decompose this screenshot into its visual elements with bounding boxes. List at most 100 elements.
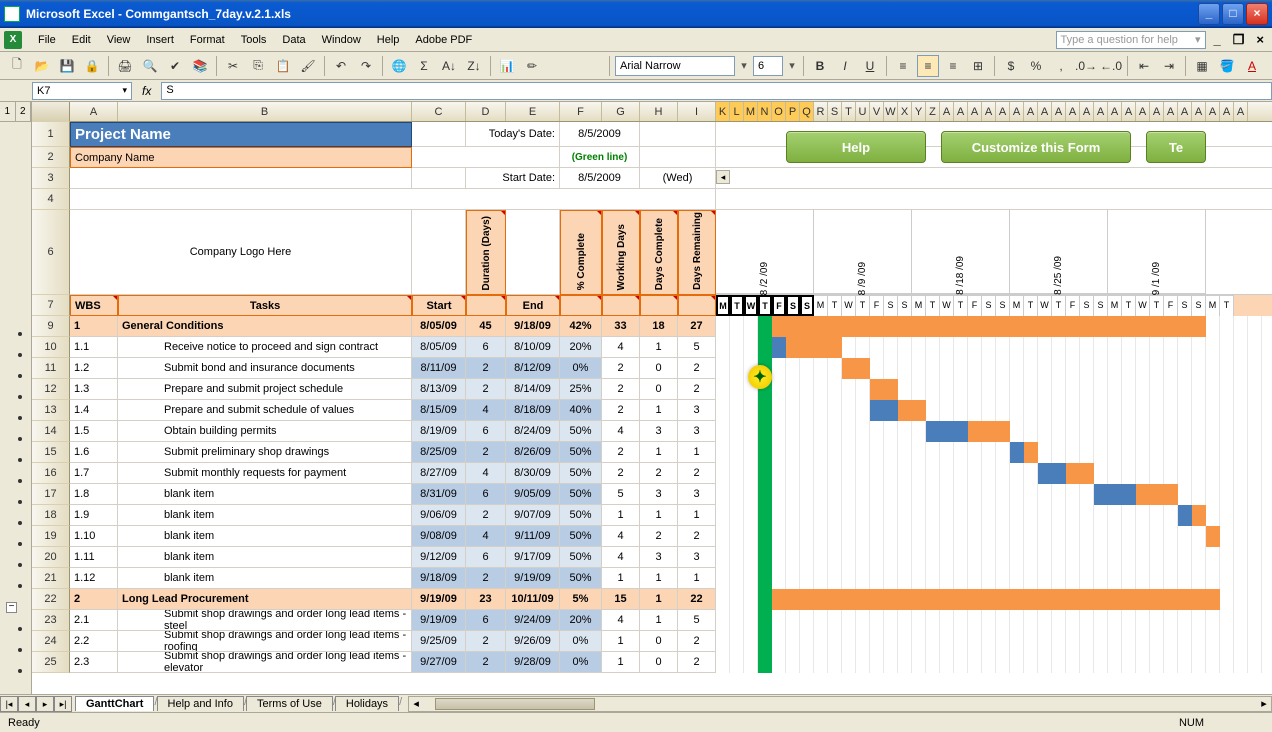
row-header-18[interactable]: 18 [32,505,70,526]
cell[interactable]: 3 [640,421,678,442]
row-header-15[interactable]: 15 [32,442,70,463]
gantt-row[interactable] [716,442,1272,463]
col-header-F[interactable]: F [560,102,602,121]
col-header-gantt-34[interactable]: A [1192,102,1206,121]
cell[interactable]: 8/24/09 [506,421,560,442]
align-center-icon[interactable]: ≡ [917,55,939,77]
cell[interactable]: 23 [466,589,506,610]
gantt-day-header[interactable]: M [1206,295,1220,316]
select-all-corner[interactable] [32,102,70,122]
gantt-day-header[interactable]: W [1038,295,1052,316]
cell[interactable]: 4 [602,547,640,568]
cell[interactable]: 20% [560,610,602,631]
col-header-gantt-36[interactable]: A [1220,102,1234,121]
company-logo-placeholder[interactable]: Company Logo Here [70,210,412,295]
hyperlink-icon[interactable]: 🌐 [388,55,410,77]
row-header-4[interactable]: 4 [32,189,70,210]
col-header-I[interactable]: I [678,102,716,121]
customize-form-button[interactable]: Customize this Form [941,131,1131,163]
wbs-cell[interactable]: 1.1 [70,337,118,358]
wbs-cell[interactable]: 2.2 [70,631,118,652]
cell[interactable] [506,210,560,295]
company-name-cell[interactable]: Company Name [70,147,412,168]
font-dropdown-icon[interactable]: ▾ [738,59,750,72]
cell[interactable]: 2 [466,442,506,463]
cell[interactable]: 8/30/09 [506,463,560,484]
cell[interactable]: 4 [602,337,640,358]
undo-icon[interactable]: ↶ [330,55,352,77]
cell[interactable]: 1 [602,652,640,673]
cell[interactable]: 22 [678,589,716,610]
cell[interactable]: 1 [640,610,678,631]
row-header-22[interactable]: 22 [32,589,70,610]
cell[interactable]: 8/31/09 [412,484,466,505]
menu-help[interactable]: Help [369,32,408,48]
row-header-11[interactable]: 11 [32,358,70,379]
col-header-H[interactable]: H [640,102,678,121]
cell[interactable]: 2 [678,379,716,400]
col-header-B[interactable]: B [118,102,412,121]
sheet-tab-holidays[interactable]: Holidays [335,696,399,711]
menu-adobe-pdf[interactable]: Adobe PDF [407,32,480,48]
cell[interactable]: 8/10/09 [506,337,560,358]
col-header-gantt-3[interactable]: N [758,102,772,121]
gantt-day-header[interactable]: T [1150,295,1164,316]
task-cell[interactable]: Long Lead Procurement [118,589,412,610]
gantt-day-header[interactable]: F [968,295,982,316]
gantt-day-header[interactable]: T [1052,295,1066,316]
col-header-gantt-1[interactable]: L [730,102,744,121]
currency-icon[interactable]: $ [1000,55,1022,77]
task-cell[interactable]: Submit shop drawings and order long lead… [118,652,412,673]
wbs-cell[interactable]: 2.1 [70,610,118,631]
cell[interactable]: 1 [640,505,678,526]
col-header-gantt-21[interactable]: A [1010,102,1024,121]
gantt-day-header[interactable]: M [1108,295,1122,316]
cell[interactable]: 1 [678,505,716,526]
gantt-day-header[interactable]: M [814,295,828,316]
gantt-row[interactable] [716,337,1272,358]
col-header-gantt-0[interactable]: K [716,102,730,121]
cell[interactable]: 0 [640,379,678,400]
cell[interactable]: 50% [560,505,602,526]
gantt-day-header[interactable]: F [772,295,786,316]
outline-level-1[interactable]: 1 [0,102,16,121]
size-dropdown-icon[interactable]: ▾ [786,59,798,72]
cell[interactable]: 2 [640,463,678,484]
task-cell[interactable]: Receive notice to proceed and sign contr… [118,337,412,358]
tab-prev-icon[interactable]: ◂ [18,696,36,712]
cell[interactable]: 9/28/09 [506,652,560,673]
cell[interactable]: 6 [466,421,506,442]
cell[interactable]: 4 [602,421,640,442]
col-header-gantt-37[interactable]: A [1234,102,1248,121]
start-day-value[interactable]: (Wed) [640,168,716,189]
col-header-gantt-18[interactable]: A [968,102,982,121]
cell[interactable]: 50% [560,421,602,442]
cell[interactable] [412,147,560,168]
cell[interactable]: 2 [678,463,716,484]
cell[interactable]: 6 [466,484,506,505]
row-header-21[interactable]: 21 [32,568,70,589]
wbs-cell[interactable]: 1.12 [70,568,118,589]
cell[interactable]: 9/18/09 [506,316,560,337]
cell[interactable]: 6 [466,610,506,631]
sheet-tab-terms-of-use[interactable]: Terms of Use [246,696,333,711]
wbs-cell[interactable]: 1.7 [70,463,118,484]
col-header-gantt-27[interactable]: A [1094,102,1108,121]
chart-icon[interactable]: 📊 [496,55,518,77]
row-header-17[interactable]: 17 [32,484,70,505]
task-cell[interactable]: General Conditions [118,316,412,337]
cell[interactable]: 50% [560,547,602,568]
cell[interactable]: 0 [640,631,678,652]
col-header-E[interactable]: E [506,102,560,121]
cell[interactable]: 50% [560,484,602,505]
cell[interactable]: 20% [560,337,602,358]
gantt-day-header[interactable]: T [828,295,842,316]
cell[interactable]: 2 [678,358,716,379]
cell[interactable]: 2 [678,652,716,673]
outline-collapse-button[interactable]: − [6,602,17,613]
copy-icon[interactable]: ⎘ [247,55,269,77]
col-header-gantt-35[interactable]: A [1206,102,1220,121]
formula-bar[interactable]: S [161,82,1272,100]
cell[interactable]: 9/26/09 [506,631,560,652]
gantt-day-header[interactable]: T [1024,295,1038,316]
